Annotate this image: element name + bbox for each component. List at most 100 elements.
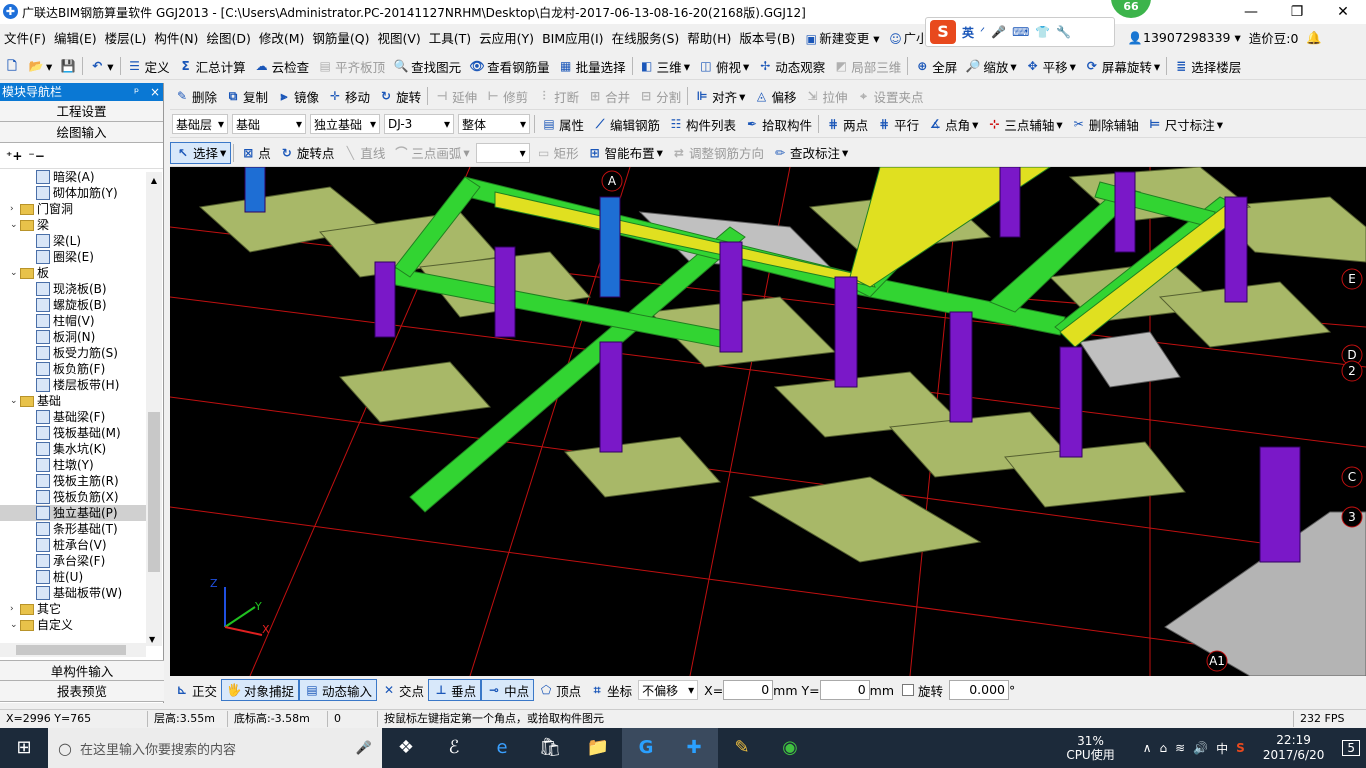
project-settings-button[interactable]: 工程设置	[0, 101, 163, 122]
move-button[interactable]: ✛ 移动	[323, 85, 374, 107]
floor-select[interactable]: 基础层 ▾	[172, 114, 228, 134]
chevron-down-icon[interactable]: ⌄	[10, 217, 20, 233]
volume-icon[interactable]: 🔊	[1193, 741, 1208, 755]
edit-rebar-button[interactable]: ⟋ 编辑钢筋	[588, 113, 664, 135]
taskbar-search[interactable]: ○ 在这里输入你要搜索的内容 🎤	[48, 728, 382, 768]
punct-icon[interactable]: ᐟ	[980, 25, 985, 39]
dimension-button[interactable]: ⊨ 尺寸标注 ▾	[1143, 113, 1227, 135]
tree-item[interactable]: 桩(U)	[0, 569, 146, 585]
rotate-button[interactable]: ↻ 旋转	[374, 85, 425, 107]
adjust-rebar-direction-button[interactable]: ⇄ 调整钢筋方向	[667, 142, 768, 164]
top-view-button[interactable]: ◫ 俯视 ▾	[694, 55, 753, 77]
store-icon[interactable]: 🛍	[526, 728, 574, 768]
undo-button[interactable]: ↶ ▾	[85, 55, 117, 77]
single-component-button[interactable]: 单构件输入	[0, 660, 164, 681]
extend-button[interactable]: ⊣ 延伸	[430, 85, 481, 107]
delete-axis-button[interactable]: ✂ 删除辅轴	[1067, 113, 1143, 135]
cloud-check-button[interactable]: ☁ 云检查	[250, 55, 314, 77]
offset-select[interactable]: 不偏移 ▾	[638, 680, 699, 700]
windows-start-icon[interactable]: ⊞	[0, 728, 48, 768]
pick-component-button[interactable]: ✒ 拾取构件	[740, 113, 816, 135]
object-snap-button[interactable]: 🖐 对象捕捉	[221, 679, 300, 701]
tree-item[interactable]: 柱墩(Y)	[0, 457, 146, 473]
tree-item[interactable]: › 门窗洞	[0, 201, 146, 217]
bell-icon[interactable]: 🔔	[1302, 30, 1326, 46]
point-button[interactable]: ⊠ 点	[236, 142, 275, 164]
tree-item[interactable]: 砌体加筋(Y)	[0, 185, 146, 201]
3d-viewport[interactable]: A E D 2 C 3 A1 Z Y X	[170, 167, 1366, 676]
break-button[interactable]: ⫶ 打断	[532, 85, 583, 107]
price-bean[interactable]: 造价豆:0	[1245, 28, 1303, 47]
browser-360-icon[interactable]: ℰ	[430, 728, 478, 768]
arc-mode-select[interactable]: ▾	[475, 142, 530, 163]
wifi-icon[interactable]: ≋	[1175, 741, 1185, 755]
clock[interactable]: 22:19 2017/6/20	[1263, 733, 1325, 763]
edge-icon[interactable]: e	[478, 728, 526, 768]
chevron-down-icon[interactable]: ⌄	[10, 617, 20, 633]
smart-layout-button[interactable]: ⊞ 智能布置 ▾	[583, 142, 667, 164]
parallel-button[interactable]: ⋕ 平行	[872, 113, 923, 135]
intersection-button[interactable]: ✕ 交点	[377, 679, 428, 701]
tree-item[interactable]: 集水坑(K)	[0, 441, 146, 457]
save-button[interactable]: 💾	[56, 55, 80, 77]
close-button[interactable]: ✕	[1320, 0, 1366, 24]
tree-item[interactable]: 独立基础(P)	[0, 505, 146, 521]
tree-item[interactable]: 现浇板(B)	[0, 281, 146, 297]
offset-button[interactable]: ◬ 偏移	[749, 85, 800, 107]
cpu-meter[interactable]: 31% CPU使用	[1066, 734, 1114, 762]
tree-item[interactable]: › 其它	[0, 601, 146, 617]
sogou-tray-icon[interactable]: S	[1236, 741, 1245, 755]
tree-item[interactable]: 圈梁(E)	[0, 249, 146, 265]
keyboard-icon[interactable]: ⌨	[1012, 25, 1029, 39]
expand-all-icon[interactable]: ⁺+	[6, 149, 22, 163]
rotate-point-button[interactable]: ↻ 旋转点	[275, 142, 339, 164]
check-annotation-button[interactable]: ✏ 查改标注 ▾	[768, 142, 852, 164]
view-rebar-button[interactable]: 👁 查看钢筋量	[465, 55, 554, 77]
tree-scrollbar[interactable]: ▲ ▼	[146, 172, 162, 646]
tree-item[interactable]: 筏板负筋(X)	[0, 489, 146, 505]
menu-version[interactable]: 版本号(B)	[735, 28, 799, 47]
chevron-right-icon[interactable]: ›	[10, 601, 20, 617]
tree-item[interactable]: 承台梁(F)	[0, 553, 146, 569]
tree-item[interactable]: ⌄ 基础	[0, 393, 146, 409]
summary-calc-button[interactable]: Σ 汇总计算	[174, 55, 250, 77]
chevron-down-icon[interactable]: ⌄	[10, 393, 20, 409]
stretch-button[interactable]: ⇲ 拉伸	[800, 85, 851, 107]
x-input[interactable]: 0	[723, 680, 774, 700]
notes-app-icon[interactable]: ✎	[718, 728, 766, 768]
category-select[interactable]: 基础 ▾	[232, 114, 306, 134]
nav-close-button[interactable]: ×	[150, 83, 160, 101]
trim-button[interactable]: ⊢ 修剪	[481, 85, 532, 107]
glodon-app-icon[interactable]: ✚	[670, 728, 718, 768]
score-badge[interactable]: 66	[1111, 0, 1151, 18]
rotate-checkbox[interactable]	[902, 684, 914, 696]
whole-select[interactable]: 整体 ▾	[458, 114, 530, 134]
tree-item[interactable]: 条形基础(T)	[0, 521, 146, 537]
delete-button[interactable]: ✎ 删除	[170, 85, 221, 107]
tree-item[interactable]: 基础梁(F)	[0, 409, 146, 425]
align-slab-top-button[interactable]: ▤ 平齐板顶	[313, 55, 389, 77]
three-point-axis-button[interactable]: ⊹ 三点辅轴 ▾	[982, 113, 1066, 135]
ime-lang[interactable]: 英	[962, 24, 974, 41]
menu-cloud[interactable]: 云应用(Y)	[475, 28, 538, 47]
tree-item[interactable]: 板洞(N)	[0, 329, 146, 345]
set-grip-button[interactable]: ⌖ 设置夹点	[851, 85, 927, 107]
menu-file[interactable]: 文件(F)	[0, 28, 50, 47]
minimize-button[interactable]: —	[1228, 0, 1274, 24]
tree-item[interactable]: 柱帽(V)	[0, 313, 146, 329]
wrench-icon[interactable]: 🔧	[1056, 25, 1071, 39]
3d-button[interactable]: ◧ 三维 ▾	[635, 55, 694, 77]
tree-item[interactable]: ⌄ 自定义	[0, 617, 146, 633]
screen-rotate-button[interactable]: ⟳ 屏幕旋转 ▾	[1080, 55, 1164, 77]
tree-item[interactable]: ⌄ 板	[0, 265, 146, 281]
tree-item[interactable]: 梁(L)	[0, 233, 146, 249]
tree-item[interactable]: 暗梁(A)	[0, 169, 146, 185]
green-app-icon[interactable]: ◉	[766, 728, 814, 768]
tree-item[interactable]: 螺旋板(B)	[0, 297, 146, 313]
menu-floor[interactable]: 楼层(L)	[101, 28, 151, 47]
coordinate-button[interactable]: ⌗ 坐标	[585, 679, 636, 701]
account-button[interactable]: 👤13907298339 ▾	[1123, 30, 1245, 46]
report-preview-button[interactable]: 报表预览	[0, 681, 164, 702]
component-select[interactable]: DJ-3 ▾	[384, 114, 454, 134]
tree-scroll-thumb[interactable]	[148, 412, 160, 572]
